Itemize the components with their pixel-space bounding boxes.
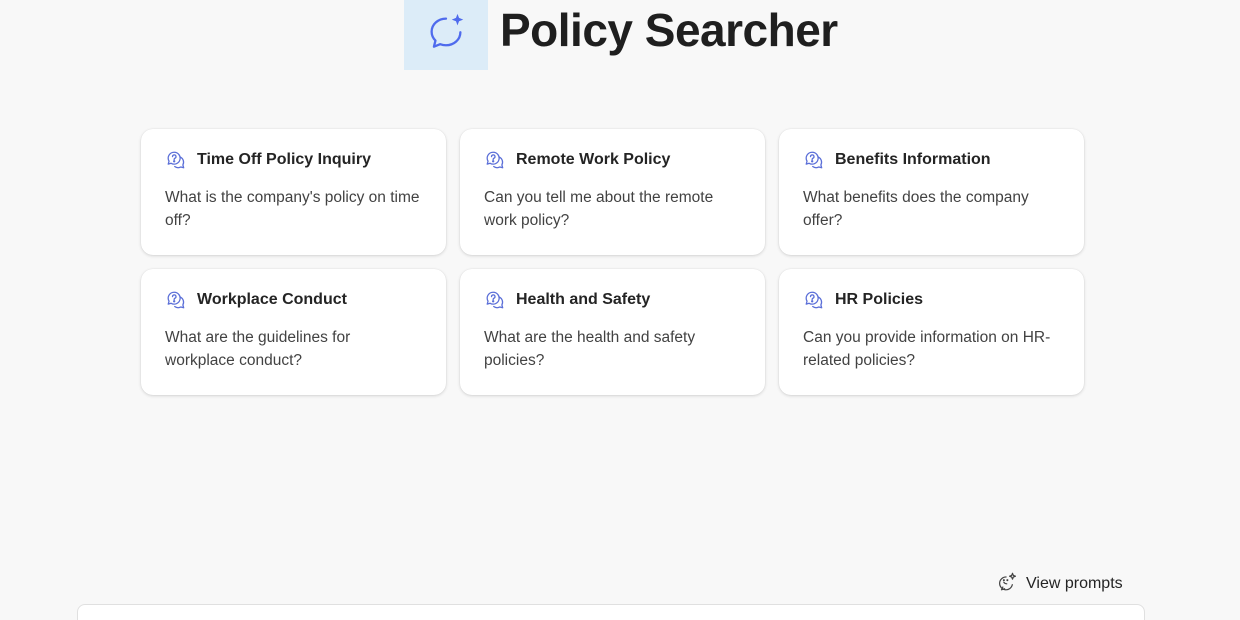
card-title: Workplace Conduct [197,291,347,308]
card-title: Health and Safety [516,291,651,308]
prompt-card-hr-policies[interactable]: HR Policies Can you provide information … [779,269,1084,395]
prompt-card-time-off[interactable]: Time Off Policy Inquiry What is the comp… [141,129,446,255]
card-title: Benefits Information [835,151,991,168]
chat-question-icon [803,289,825,311]
prompt-cards: Time Off Policy Inquiry What is the comp… [141,129,1084,395]
chat-question-icon [484,149,506,171]
prompt-card-benefits[interactable]: Benefits Information What benefits does … [779,129,1084,255]
chat-sparkle-icon [423,10,469,61]
view-prompts-button[interactable]: View prompts [996,572,1123,596]
prompt-card-health-safety[interactable]: Health and Safety What are the health an… [460,269,765,395]
chat-question-icon [165,149,187,171]
chat-input-box[interactable] [77,604,1145,620]
prompt-card-workplace-conduct[interactable]: Workplace Conduct What are the guideline… [141,269,446,395]
app-root: Policy Searcher Time Off Policy Inquiry … [0,0,1240,620]
card-title: Remote Work Policy [516,151,671,168]
view-prompts-label: View prompts [1026,575,1123,592]
chat-question-icon [484,289,506,311]
app-logo [404,0,488,70]
prompt-card-remote-work[interactable]: Remote Work Policy Can you tell me about… [460,129,765,255]
card-text: What benefits does the company offer? [803,189,1029,229]
card-text: What are the health and safety policies? [484,329,696,369]
card-text: What is the company's policy on time off… [165,189,420,229]
prompt-sparkle-icon [996,571,1026,598]
chat-question-icon [803,149,825,171]
chat-question-icon [165,289,187,311]
card-text: Can you tell me about the remote work po… [484,189,714,229]
card-title: HR Policies [835,291,924,308]
page-title: Policy Searcher [500,4,838,56]
card-title: Time Off Policy Inquiry [197,151,371,168]
card-text: What are the guidelines for workplace co… [165,329,351,369]
card-text: Can you provide information on HR-relate… [803,329,1051,369]
